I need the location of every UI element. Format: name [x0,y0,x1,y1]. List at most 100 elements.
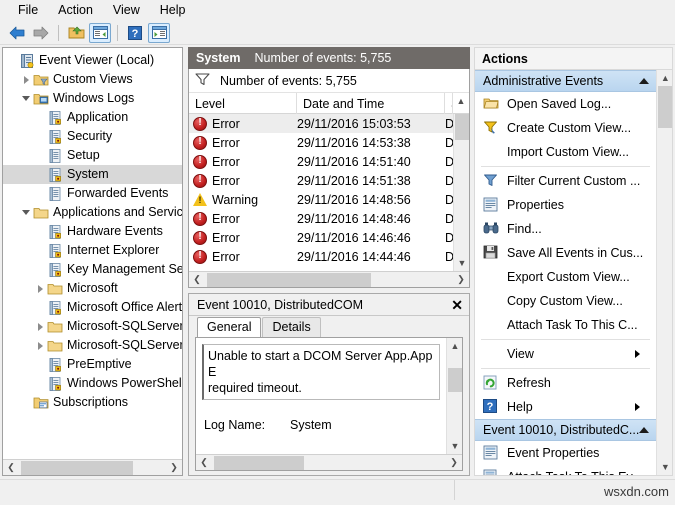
table-row[interactable]: Error29/11/2016 14:46:46D [189,228,453,247]
tree-item-setup[interactable]: Setup [3,146,182,165]
chevron-up-icon[interactable] [639,423,649,437]
list-scroll-right-icon[interactable]: ❯ [453,272,469,288]
tree-item-internet-explorer[interactable]: Internet Explorer [3,241,182,260]
action-item-attach-task-to-this-ev[interactable]: Attach Task To This Ev... [475,465,656,475]
chevron-right-icon[interactable] [19,70,33,89]
detail-hscroll-thumb[interactable] [214,456,304,470]
action-item-refresh[interactable]: Refresh [475,371,656,395]
list-scroll-up-icon[interactable]: ▲ [453,93,469,109]
menu-file[interactable]: File [8,1,48,20]
event-list-vertical-scrollbar[interactable]: ▼ [453,114,469,271]
list-scroll-left-icon[interactable]: ❮ [189,272,205,288]
tree-hscroll-thumb[interactable] [21,461,133,475]
list-hscroll-thumb[interactable] [207,273,371,287]
detail-scroll-left-icon[interactable]: ❮ [196,455,212,471]
tree-horizontal-scrollbar[interactable]: ❮ ❯ [3,459,182,475]
table-row[interactable]: Error29/11/2016 14:48:46D [189,209,453,228]
table-row[interactable]: Error29/11/2016 15:03:53D [189,114,453,133]
actions-group-header-event-10010-distributedcom[interactable]: Event 10010, DistributedC... [475,419,656,441]
tree-item-system[interactable]: System [3,165,182,184]
chevron-down-icon[interactable] [19,89,33,108]
tree-item-custom-views[interactable]: Custom Views [3,70,182,89]
list-hscroll-track[interactable] [205,272,453,288]
help-icon[interactable]: ? [124,23,146,43]
tree-item-microsoft-office-alert[interactable]: Microsoft Office Alert [3,298,182,317]
tree-item-microsoft-sqlserverd[interactable]: Microsoft-SQLServerD [3,317,182,336]
detail-vertical-scrollbar[interactable]: ▲ ▼ [446,338,462,454]
table-row[interactable]: Error29/11/2016 14:51:40D [189,152,453,171]
tree-item-hardware-events[interactable]: Hardware Events [3,222,182,241]
action-item-create-custom-view[interactable]: Create Custom View... [475,116,656,140]
list-vscroll-track[interactable] [454,114,469,255]
menu-view[interactable]: View [103,1,150,20]
scroll-left-icon[interactable]: ❮ [3,460,19,476]
show-hide-console-tree-icon[interactable] [89,23,111,43]
chevron-down-icon[interactable] [19,203,33,222]
chevron-right-icon[interactable] [33,317,47,336]
column-header-source[interactable]: S [445,93,453,114]
back-arrow-icon[interactable] [6,23,28,43]
list-scroll-down-icon[interactable]: ▼ [454,255,469,271]
action-item-view[interactable]: View [475,342,656,366]
action-item-filter-current-custom[interactable]: Filter Current Custom ... [475,169,656,193]
tab-general[interactable]: General [197,317,261,337]
tree-item-key-management-serv[interactable]: Key Management Serv [3,260,182,279]
table-row[interactable]: Warning29/11/2016 14:48:56D [189,190,453,209]
tree-item-applications-and-services[interactable]: Applications and Services [3,203,182,222]
actions-scroll-up-icon[interactable]: ▲ [657,70,673,86]
detail-hscroll-track[interactable] [212,455,446,471]
tree-item-microsoft[interactable]: Microsoft [3,279,182,298]
tab-details[interactable]: Details [262,317,320,337]
detail-vscroll-thumb[interactable] [448,368,462,392]
tree-item-windows-powershell[interactable]: Windows PowerShell [3,374,182,393]
tree-item-windows-logs[interactable]: Windows Logs [3,89,182,108]
actions-scroll-down-icon[interactable]: ▼ [657,459,673,475]
chevron-right-icon[interactable] [33,336,47,355]
menu-action[interactable]: Action [48,1,103,20]
console-tree[interactable]: Event Viewer (Local)Custom ViewsWindows … [2,47,183,476]
actions-vertical-scrollbar[interactable]: ▲ ▼ [656,70,672,475]
column-header-level[interactable]: Level [189,93,297,114]
tree-item-preemptive[interactable]: PreEmptive [3,355,182,374]
column-header-date-and-time[interactable]: Date and Time [297,93,445,114]
action-item-open-saved-log[interactable]: Open Saved Log... [475,92,656,116]
detail-scroll-right-icon[interactable]: ❯ [446,455,462,471]
tree-item-application[interactable]: Application [3,108,182,127]
actions-group-header-administrative-events[interactable]: Administrative Events [475,70,656,92]
tree-hscroll-track[interactable] [19,460,166,476]
action-item-attach-task-to-this-c[interactable]: Attach Task To This C... [475,313,656,337]
filter-summary-row[interactable]: Number of events: 5,755 [189,69,469,93]
forward-arrow-icon[interactable] [30,23,52,43]
chevron-up-icon[interactable] [639,74,649,88]
action-item-find[interactable]: Find... [475,217,656,241]
tree-item-security[interactable]: Security [3,127,182,146]
detail-scroll-down-icon[interactable]: ▼ [447,438,462,454]
tree-item-event-viewer-local[interactable]: Event Viewer (Local) [3,51,182,70]
actions-vscroll-track[interactable] [657,86,672,459]
close-icon[interactable]: ✕ [451,299,463,311]
menu-help[interactable]: Help [150,1,196,20]
table-row[interactable]: Error29/11/2016 14:44:46D [189,247,453,266]
detail-horizontal-scrollbar[interactable]: ❮ ❯ [196,454,462,470]
show-hide-action-pane-icon[interactable] [148,23,170,43]
event-list-horizontal-scrollbar[interactable]: ❮ ❯ [189,271,469,287]
action-item-save-all-events-in-cus[interactable]: Save All Events in Cus... [475,241,656,265]
tree-item-subscriptions[interactable]: Subscriptions [3,393,182,412]
actions-vscroll-thumb[interactable] [658,86,672,128]
action-item-copy-custom-view[interactable]: Copy Custom View... [475,289,656,313]
action-item-event-properties[interactable]: Event Properties [475,441,656,465]
tree-item-forwarded-events[interactable]: Forwarded Events [3,184,182,203]
chevron-right-icon[interactable] [33,279,47,298]
open-folder-icon[interactable] [65,23,87,43]
tree-item-microsoft-sqlserverd[interactable]: Microsoft-SQLServerD [3,336,182,355]
list-vscroll-thumb[interactable] [455,114,469,140]
scroll-right-icon[interactable]: ❯ [166,460,182,476]
action-item-import-custom-view[interactable]: Import Custom View... [475,140,656,164]
table-row[interactable]: Error29/11/2016 14:53:38D [189,133,453,152]
action-item-export-custom-view[interactable]: Export Custom View... [475,265,656,289]
action-item-help[interactable]: ?Help [475,395,656,419]
detail-vscroll-track[interactable] [447,354,462,438]
action-item-properties[interactable]: Properties [475,193,656,217]
table-row[interactable]: Error29/11/2016 14:51:38D [189,171,453,190]
detail-scroll-up-icon[interactable]: ▲ [447,338,462,354]
